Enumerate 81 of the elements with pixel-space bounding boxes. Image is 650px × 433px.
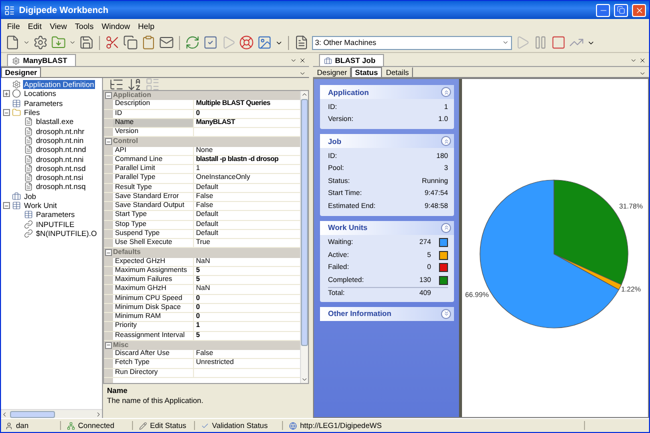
dropdown-icon bbox=[69, 39, 76, 46]
scroll-left-icon bbox=[1, 410, 8, 418]
briefcase-icon bbox=[12, 192, 21, 201]
menu-item[interactable]: Tools bbox=[70, 22, 98, 30]
image-icon[interactable] bbox=[257, 35, 272, 50]
window-title: Digipede Workbench bbox=[19, 5, 110, 15]
expand-icon bbox=[442, 310, 450, 317]
file-icon bbox=[24, 154, 33, 164]
expander-icon[interactable] bbox=[105, 342, 112, 349]
expander-icon[interactable] bbox=[105, 249, 112, 256]
collapse-button[interactable] bbox=[441, 222, 451, 232]
file-icon bbox=[24, 182, 33, 192]
expander-icon[interactable] bbox=[105, 138, 112, 146]
file-icon bbox=[24, 145, 33, 154]
menu-item[interactable]: Help bbox=[134, 22, 158, 30]
menu-item[interactable]: View bbox=[46, 22, 71, 30]
folder-icon bbox=[12, 108, 21, 118]
sort-icon[interactable] bbox=[127, 76, 142, 92]
gear-icon bbox=[12, 80, 21, 90]
globe-icon bbox=[289, 422, 297, 430]
dropdown-icon bbox=[23, 39, 30, 46]
gear-icon[interactable] bbox=[33, 35, 48, 50]
scroll-up-icon bbox=[301, 91, 308, 98]
close-icon bbox=[634, 6, 644, 14]
file-icon bbox=[24, 136, 33, 145]
file-icon[interactable] bbox=[294, 35, 309, 50]
table-icon bbox=[12, 201, 21, 210]
expander-icon[interactable] bbox=[3, 90, 10, 98]
check-icon bbox=[201, 422, 209, 430]
link-icon bbox=[24, 228, 33, 238]
copy-icon[interactable] bbox=[123, 35, 138, 50]
pages-icon[interactable] bbox=[145, 76, 160, 92]
checkbox-icon[interactable] bbox=[203, 35, 218, 50]
new-file-icon[interactable] bbox=[5, 35, 20, 50]
menu-item[interactable]: Window bbox=[98, 22, 134, 30]
file-icon bbox=[24, 126, 33, 136]
menu-item[interactable]: Edit bbox=[24, 22, 46, 30]
link-icon bbox=[24, 220, 33, 229]
expander-icon[interactable] bbox=[3, 202, 10, 209]
collapse-icon bbox=[442, 224, 450, 231]
collapse-button[interactable] bbox=[441, 87, 451, 97]
refresh-icon[interactable] bbox=[185, 35, 200, 50]
gear-icon bbox=[12, 56, 20, 64]
minimize-button[interactable] bbox=[596, 4, 610, 16]
expander-icon[interactable] bbox=[105, 92, 112, 100]
clipboard-icon[interactable] bbox=[141, 35, 156, 50]
job-icon bbox=[324, 56, 332, 64]
vertical-scrollbar[interactable] bbox=[300, 91, 308, 383]
collapse-button[interactable] bbox=[441, 308, 451, 318]
circle-icon bbox=[12, 89, 21, 98]
scroll-down-icon bbox=[301, 376, 308, 383]
menu-item[interactable]: File bbox=[3, 22, 24, 30]
dropdown-icon bbox=[502, 39, 509, 46]
restore-button[interactable] bbox=[614, 4, 628, 16]
stop-icon[interactable] bbox=[551, 35, 566, 50]
network-icon bbox=[67, 422, 75, 430]
table-icon bbox=[12, 98, 21, 108]
collapse-icon bbox=[442, 88, 450, 96]
collapse-button[interactable] bbox=[441, 136, 451, 146]
folder-icon[interactable] bbox=[51, 35, 66, 50]
lifebuoy-icon[interactable] bbox=[239, 35, 254, 50]
save-icon[interactable] bbox=[79, 35, 94, 50]
user-icon bbox=[5, 422, 13, 430]
scroll-right-icon bbox=[95, 410, 102, 418]
file-icon bbox=[24, 173, 33, 182]
close-icon bbox=[299, 56, 306, 64]
collapse-icon bbox=[442, 138, 450, 144]
close-button[interactable] bbox=[632, 4, 646, 16]
horizontal-scrollbar[interactable] bbox=[1, 409, 102, 418]
file-icon bbox=[24, 164, 33, 173]
file-icon bbox=[24, 117, 33, 126]
expander-icon[interactable] bbox=[3, 109, 10, 116]
restore-icon bbox=[617, 6, 625, 14]
table-icon bbox=[24, 210, 33, 220]
categorized-icon[interactable] bbox=[109, 76, 124, 92]
mail-icon[interactable] bbox=[159, 35, 174, 50]
close-icon bbox=[639, 56, 646, 64]
pencil-icon bbox=[139, 422, 147, 430]
app-icon bbox=[4, 4, 15, 16]
pause-icon[interactable] bbox=[533, 35, 548, 50]
scissors-icon[interactable] bbox=[105, 35, 120, 50]
